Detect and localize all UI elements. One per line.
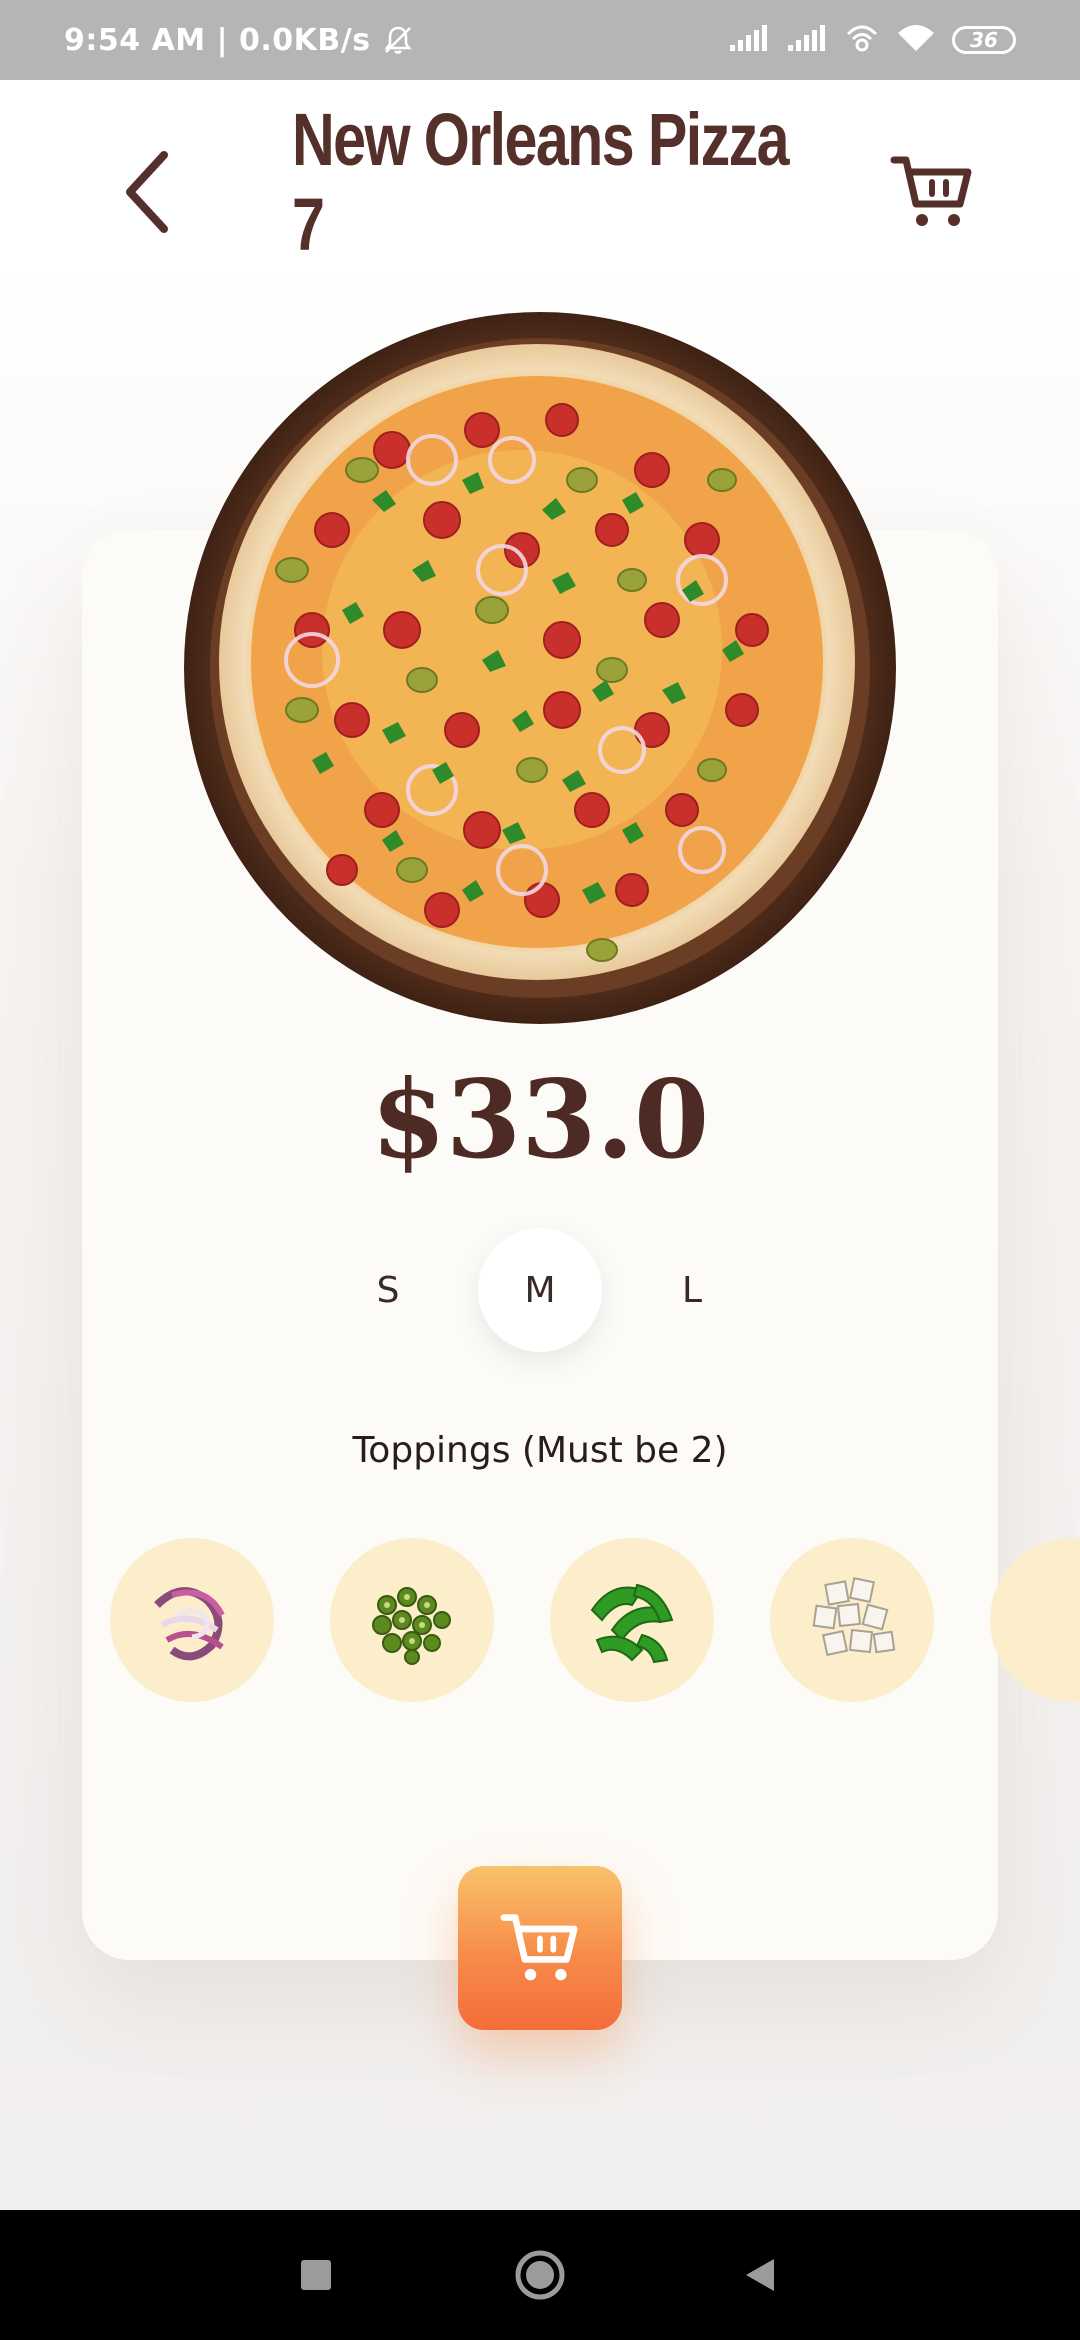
topping-green-chili[interactable] — [330, 1538, 494, 1702]
battery-level: 36 — [970, 28, 998, 52]
green-pepper-image — [590, 1583, 674, 1664]
recents-icon — [301, 2260, 331, 2290]
pizza-image — [182, 310, 898, 1026]
red-onion-image — [154, 1587, 225, 1661]
price: $33.0 — [370, 1057, 710, 1183]
battery-icon: 36 — [952, 26, 1016, 54]
bell-off-icon — [381, 23, 415, 57]
cart-icon — [500, 1914, 578, 1981]
system-back-button[interactable] — [700, 2210, 820, 2340]
status-time-speed: 9:54 AM | 0.0KB/s — [64, 22, 371, 58]
toppings-label: Toppings (Must be 2) — [352, 1429, 728, 1471]
topping-green-pepper[interactable] — [550, 1538, 714, 1702]
home-icon — [515, 2250, 565, 2300]
size-option-l[interactable]: L — [630, 1228, 754, 1352]
topping-partial[interactable] — [990, 1538, 1080, 1702]
signal-icon — [728, 23, 770, 57]
status-bar: 9:54 AM | 0.0KB/s 36 — [0, 0, 1080, 80]
screen: 9:54 AM | 0.0KB/s 36 New Orleans Pizza 7… — [0, 0, 1080, 2340]
topping-paneer[interactable] — [770, 1538, 934, 1702]
hotspot-icon — [844, 22, 880, 58]
back-button[interactable] — [108, 142, 188, 242]
recents-button[interactable] — [256, 2210, 376, 2340]
chevron-left-icon — [126, 151, 168, 233]
home-button[interactable] — [480, 2210, 600, 2340]
wifi-icon — [896, 23, 936, 57]
header: New Orleans Pizza 7 — [0, 80, 1080, 300]
status-left: 9:54 AM | 0.0KB/s — [64, 0, 415, 80]
topping-red-onion[interactable] — [110, 1538, 274, 1702]
green-chili-image — [372, 1587, 451, 1665]
cart-button[interactable] — [882, 142, 982, 242]
page-title: New Orleans Pizza 7 — [292, 98, 790, 266]
paneer-image — [812, 1576, 896, 1657]
size-option-s[interactable]: S — [326, 1228, 450, 1352]
size-selector: S M L — [0, 1228, 1080, 1352]
signal-icon — [786, 23, 828, 57]
cart-icon — [890, 156, 972, 226]
size-option-m[interactable]: M — [478, 1228, 602, 1352]
status-right: 36 — [728, 0, 1016, 80]
back-icon — [746, 2259, 774, 2291]
add-to-cart-button[interactable] — [458, 1866, 622, 2030]
system-nav-bar — [0, 2210, 1080, 2340]
